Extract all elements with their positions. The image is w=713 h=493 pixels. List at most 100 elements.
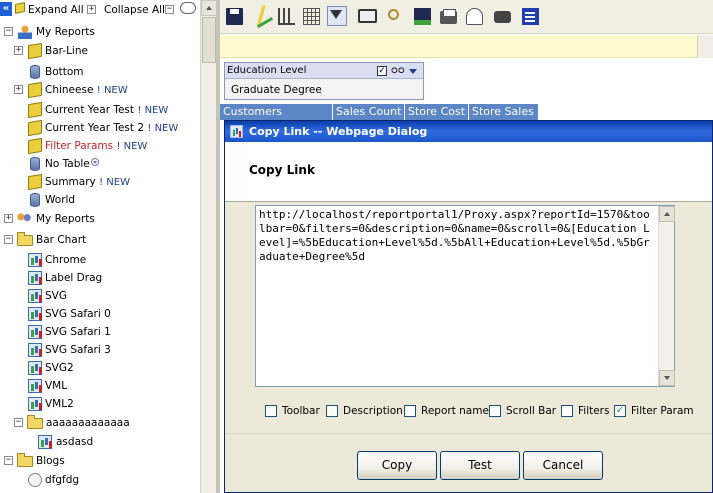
cube-icon xyxy=(28,42,42,60)
scroll-up-icon[interactable] xyxy=(659,206,675,222)
grid-column-headers: Customers Sales Count Store Cost Store S… xyxy=(220,104,540,120)
tree-node-bar-line[interactable]: + Bar-Line xyxy=(0,42,200,60)
tree-node-shared-reports[interactable]: + My Reports xyxy=(0,210,200,228)
tree-node-my-reports[interactable]: − My Reports xyxy=(0,23,200,41)
grid-icon[interactable] xyxy=(303,8,320,25)
tree-node-dfgfdg[interactable]: dfgfdg xyxy=(0,471,200,489)
dialog-heading: Copy Link xyxy=(249,163,315,177)
tree-node-aaaaaaaaaaaaa[interactable]: − aaaaaaaaaaaaa xyxy=(0,414,200,432)
export-icon[interactable] xyxy=(414,8,431,25)
url-scrollbar[interactable] xyxy=(658,206,675,386)
filter-checkbox[interactable]: ✓ xyxy=(377,66,387,76)
test-button[interactable]: Test xyxy=(440,451,520,480)
tree-node-no-table[interactable]: No Table xyxy=(0,155,200,173)
tree-node-svg2[interactable]: SVG2 xyxy=(0,359,200,377)
document-icon[interactable] xyxy=(522,8,539,25)
tree-node-asdasd[interactable]: asdasd xyxy=(0,433,200,451)
tree-node-summary[interactable]: Summary ! NEW xyxy=(0,173,200,191)
tree-scrollbar[interactable] xyxy=(200,0,217,493)
tree-node-svg-safari-3[interactable]: SVG Safari 3 xyxy=(0,341,200,359)
filter-icon[interactable] xyxy=(327,6,347,26)
copy-link-dialog: Copy Link -- Webpage Dialog Copy Link ht… xyxy=(224,120,713,493)
scroll-thumb[interactable] xyxy=(202,17,216,63)
collapse-toggle-icon[interactable]: − xyxy=(14,418,23,427)
print-icon[interactable] xyxy=(440,9,457,24)
expand-toggle-icon[interactable]: + xyxy=(14,46,23,55)
copy-button[interactable]: Copy xyxy=(357,451,437,480)
tree-node-svg[interactable]: SVG xyxy=(0,287,200,305)
edit-icon[interactable] xyxy=(249,4,274,29)
scroll-down-icon[interactable] xyxy=(659,370,675,386)
filter-value[interactable]: Graduate Degree xyxy=(231,82,322,98)
camera-icon[interactable] xyxy=(494,11,511,23)
dialog-title-bar[interactable]: Copy Link -- Webpage Dialog xyxy=(225,121,712,142)
tree-node-svg-safari-0[interactable]: SVG Safari 0 xyxy=(0,305,200,323)
tree-node-world[interactable]: World xyxy=(0,191,200,209)
expand-toggle-icon[interactable]: + xyxy=(4,214,13,223)
save-icon[interactable] xyxy=(226,8,243,25)
dropdown-circle-icon[interactable] xyxy=(90,158,99,166)
tree-node-label: Label Drag xyxy=(45,272,103,284)
column-header[interactable]: Customers xyxy=(220,104,333,120)
display-icon[interactable] xyxy=(358,9,377,23)
tree-node-label: My Reports xyxy=(36,213,95,225)
binoculars-icon[interactable] xyxy=(180,2,196,14)
tree-node-label: Bar Chart xyxy=(36,234,87,246)
collapse-toggle-icon[interactable]: − xyxy=(4,456,13,465)
collapse-all-minus-icon[interactable]: − xyxy=(165,5,174,14)
tree-node-label: No Table xyxy=(45,158,90,170)
expand-all-link[interactable]: Expand All xyxy=(28,3,84,17)
mail-icon[interactable] xyxy=(466,8,483,25)
chart-report-icon xyxy=(28,379,42,393)
tree-node-label: aaaaaaaaaaaaa xyxy=(46,417,130,429)
tree-node-chineese[interactable]: + Chineese ! NEW xyxy=(0,81,200,99)
column-header[interactable]: Store Sales xyxy=(469,104,539,120)
dialog-button-bar: Copy Test Cancel xyxy=(225,433,712,492)
scroll-bar-checkbox[interactable] xyxy=(489,405,501,417)
collapse-toggle-icon[interactable]: − xyxy=(4,27,13,36)
chart-icon[interactable] xyxy=(278,8,295,25)
url-text[interactable]: http://localhost/reportportal1/Proxy.asp… xyxy=(259,208,655,264)
tree-node-label-drag[interactable]: Label Drag xyxy=(0,269,200,287)
search-icon[interactable] xyxy=(388,9,399,20)
tree-node-vml[interactable]: VML xyxy=(0,377,200,395)
filters-checkbox[interactable] xyxy=(561,405,573,417)
info-bar-scrollbar[interactable] xyxy=(697,35,713,58)
link-options: Toolbar Description Report name Scroll B… xyxy=(265,403,705,419)
tree-node-current-year-test-2[interactable]: Current Year Test 2 ! NEW xyxy=(0,119,200,137)
tree-node-label: SVG Safari 0 xyxy=(45,308,111,320)
new-badge: ! NEW xyxy=(99,177,130,188)
folder-icon xyxy=(27,415,43,429)
cancel-button[interactable]: Cancel xyxy=(523,451,603,480)
tree-node-bottom[interactable]: Bottom xyxy=(0,63,200,81)
expand-toggle-icon[interactable]: + xyxy=(14,85,23,94)
toolbar-checkbox[interactable] xyxy=(265,405,277,417)
filter-param-checkbox[interactable]: ✓ xyxy=(614,405,626,417)
filter-search-icon[interactable]: ᴑᴑ xyxy=(391,65,405,77)
column-header[interactable]: Sales Count xyxy=(333,104,405,120)
chart-report-icon xyxy=(28,343,42,357)
url-textarea[interactable]: http://localhost/reportportal1/Proxy.asp… xyxy=(255,205,675,387)
tree-node-svg-safari-1[interactable]: SVG Safari 1 xyxy=(0,323,200,341)
user-icon xyxy=(18,25,32,39)
filter-dropdown-icon[interactable] xyxy=(409,69,417,74)
scroll-up-icon[interactable] xyxy=(201,0,217,16)
option-label: Toolbar xyxy=(282,405,320,417)
collapse-pane-icon[interactable]: « xyxy=(0,2,12,16)
expand-all-plus-icon[interactable]: + xyxy=(87,5,96,14)
tree-node-bar-chart[interactable]: − Bar Chart xyxy=(0,231,200,249)
description-checkbox[interactable] xyxy=(326,405,338,417)
collapse-all-link[interactable]: Collapse All xyxy=(104,3,165,17)
tree-node-chrome[interactable]: Chrome xyxy=(0,251,200,269)
tree-node-current-year-test[interactable]: Current Year Test ! NEW xyxy=(0,101,200,119)
tree-node-blogs[interactable]: − Blogs xyxy=(0,452,200,470)
collapse-toggle-icon[interactable]: − xyxy=(4,235,13,244)
tree-node-vml2[interactable]: VML2 xyxy=(0,395,200,413)
new-badge: ! NEW xyxy=(137,105,169,116)
report-name-checkbox[interactable] xyxy=(404,405,416,417)
column-header[interactable]: Store Cost xyxy=(405,104,469,120)
folder-icon xyxy=(17,232,33,246)
tree-node-filter-params[interactable]: Filter Params ! NEW xyxy=(0,137,200,155)
option-label: Scroll Bar xyxy=(506,405,557,417)
info-bar xyxy=(220,35,713,58)
